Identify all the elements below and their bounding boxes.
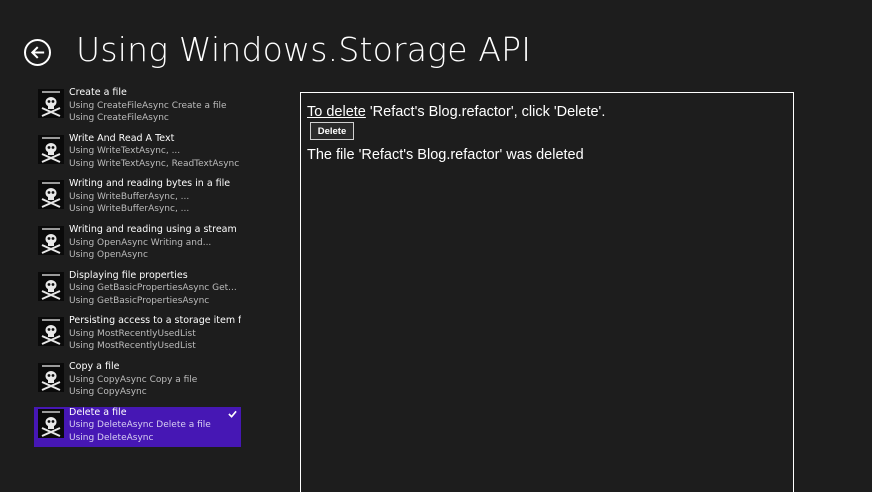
scenario-title: Delete a file <box>69 406 127 418</box>
skull-icon <box>38 408 64 438</box>
scenario-item[interactable]: Write And Read A Text Using WriteTextAsy… <box>34 133 241 173</box>
back-button[interactable] <box>24 39 51 66</box>
scenario-description: Using WriteBufferAsync, ... <box>69 191 190 202</box>
arrow-left-icon <box>30 46 45 59</box>
scenario-title: Writing and reading using a stream <box>69 224 237 236</box>
scenario-description: Using WriteTextAsync, ... <box>69 146 181 157</box>
skull-icon <box>38 134 64 164</box>
scenario-thumbnail <box>38 317 64 347</box>
skull-icon <box>38 180 64 210</box>
scenario-api: Using CreateFileAsync <box>69 113 169 123</box>
delete-instructions-underlined: To delete <box>307 104 366 120</box>
scenario-thumbnail <box>38 363 64 393</box>
scenario-description: Using GetBasicPropertiesAsync Get... <box>69 283 237 294</box>
scenario-description: Using OpenAsync Writing and... <box>69 237 212 248</box>
scenario-item[interactable]: Displaying file properties Using GetBasi… <box>34 270 241 310</box>
scenario-title: Create a file <box>69 87 127 98</box>
scenario-api: Using GetBasicPropertiesAsync <box>69 295 210 306</box>
skull-icon <box>38 271 64 301</box>
skull-icon <box>38 363 64 393</box>
scenario-item[interactable]: Create a file Using CreateFileAsync Crea… <box>34 87 241 127</box>
scenario-title: Write And Read A Text <box>69 132 175 144</box>
scenario-thumbnail <box>38 89 64 118</box>
scenario-item[interactable]: Copy a file Using CopyAsync Copy a file … <box>34 361 241 401</box>
delete-button[interactable]: Delete <box>310 122 354 140</box>
scenario-item[interactable]: Persisting access to a storage item for.… <box>34 315 241 355</box>
scenario-title: Writing and reading bytes in a file <box>69 178 231 190</box>
skull-icon <box>38 317 64 347</box>
scenario-thumbnail <box>38 134 64 164</box>
checkmark-icon <box>228 410 237 418</box>
delete-instructions-text: 'Refact's Blog.refactor', click 'Delete'… <box>365 104 606 120</box>
delete-instructions: To delete 'Refact's Blog.refactor', clic… <box>307 104 605 120</box>
scenario-thumbnail <box>38 226 64 256</box>
scenario-description: Using CreateFileAsync Create a file <box>69 100 227 111</box>
scenario-output-panel: To delete 'Refact's Blog.refactor', clic… <box>300 92 794 492</box>
scenario-api: Using WriteTextAsync, ReadTextAsync <box>69 158 240 169</box>
scenario-title: Displaying file properties <box>69 269 188 281</box>
scenario-api: Using CopyAsync <box>69 387 147 398</box>
scenario-thumbnail <box>38 180 64 210</box>
status-message: The file 'Refact's Blog.refactor' was de… <box>307 147 584 163</box>
scenario-description: Using MostRecentlyUsedList <box>69 328 196 339</box>
scenario-item-selected[interactable]: Delete a file Using DeleteAsync Delete a… <box>34 406 241 447</box>
scenario-list: Create a file Using CreateFileAsync Crea… <box>34 87 241 453</box>
scenario-item[interactable]: Writing and reading using a stream Using… <box>34 224 241 264</box>
scenario-thumbnail <box>38 271 64 301</box>
scenario-description: Using DeleteAsync Delete a file <box>69 420 211 431</box>
skull-icon <box>38 226 64 256</box>
scenario-api: Using WriteBufferAsync, ... <box>69 204 190 215</box>
scenario-title: Copy a file <box>69 361 120 373</box>
scenario-api: Using OpenAsync <box>69 250 148 261</box>
scenario-api: Using MostRecentlyUsedList <box>69 341 196 352</box>
scenario-api: Using DeleteAsync <box>69 432 154 443</box>
scenario-item[interactable]: Writing and reading bytes in a file Usin… <box>34 178 241 218</box>
skull-icon <box>38 89 64 118</box>
scenario-title: Persisting access to a storage item for.… <box>69 315 241 327</box>
scenario-thumbnail <box>38 408 64 438</box>
page-title: Using Windows.Storage API <box>76 30 532 69</box>
scenario-description: Using CopyAsync Copy a file <box>69 374 198 385</box>
